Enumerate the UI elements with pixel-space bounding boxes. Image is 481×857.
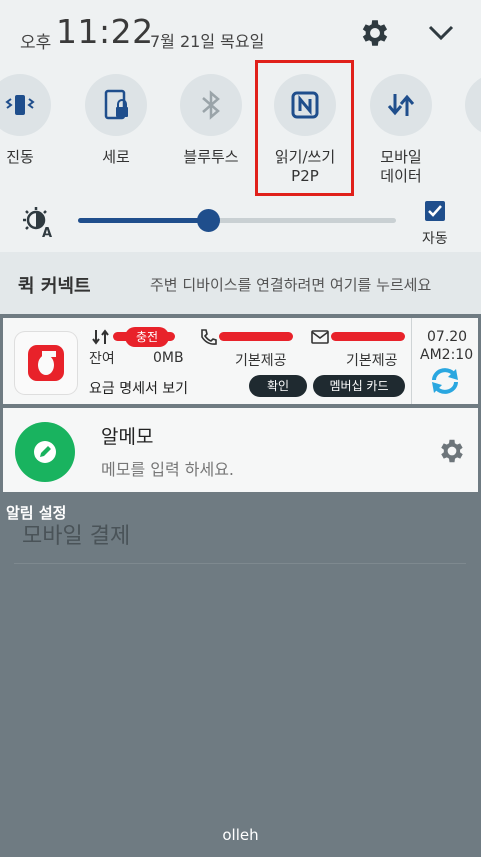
quick-settings-toggles: 진동 세로 블루투스 읽기/쓰기 P2P 모바일 데이터 절 (0, 64, 481, 252)
clock-time: 11:22 (56, 12, 154, 51)
power-saving-icon (465, 74, 481, 136)
message-icon (311, 330, 329, 344)
toggle-vibrate[interactable]: 진동 (0, 74, 65, 167)
pencil-icon (34, 441, 56, 463)
status-header: 오후 11:22 7월 21일 목요일 (0, 0, 481, 64)
toggle-label: 절 (451, 148, 481, 167)
call-remaining-value: 기본제공 (235, 353, 287, 369)
memo-input-hint[interactable]: 메모를 입력 하세요. (101, 456, 234, 480)
charge-button[interactable]: 충전 (125, 327, 169, 347)
brightness-slider-fill (78, 218, 209, 223)
brightness-auto-icon: A (23, 207, 52, 238)
auto-brightness-checkbox[interactable] (425, 201, 445, 221)
gear-icon[interactable] (358, 16, 392, 50)
memo-notification[interactable]: 알메모 메모를 입력 하세요. (3, 408, 478, 492)
olleh-usage-notification[interactable]: 충전 잔여 0MB 기본제공 기본제공 요금 명세서 보기 확인 멤버십 카드 … (3, 318, 478, 404)
toggle-label: 블루투스 (183, 148, 239, 166)
gear-icon[interactable] (437, 436, 467, 466)
carrier-label: olleh (222, 826, 259, 844)
auto-brightness-label: 자동 (422, 231, 448, 247)
update-date: 07.20 (427, 329, 468, 345)
data-transfer-icon (92, 329, 109, 345)
memo-title: 알메모 (101, 426, 154, 448)
bluetooth-icon (180, 74, 242, 136)
chevron-down-icon[interactable] (424, 18, 458, 48)
toggle-label: 모바일 데이터 (380, 148, 422, 185)
vibrate-icon (0, 74, 51, 136)
call-usage-bar (219, 332, 293, 341)
toggle-rotation[interactable]: 세로 (71, 74, 161, 167)
memo-app-icon (15, 422, 75, 482)
quick-connect-title: 퀵 커넥트 (18, 276, 91, 297)
olleh-app-icon (15, 332, 77, 394)
quick-connect-hint: 주변 디바이스를 연결하려면 여기를 누르세요 (150, 276, 432, 294)
rotation-lock-icon (85, 74, 147, 136)
toggle-bluetooth[interactable]: 블루투스 (166, 74, 256, 167)
highlight-box (255, 60, 354, 196)
update-time: AM2:10 (420, 347, 474, 363)
toggle-mobile-data[interactable]: 모바일 데이터 (356, 74, 446, 186)
quick-connect-bar[interactable]: 퀵 커넥트 주변 디바이스를 연결하려면 여기를 누르세요 (0, 252, 481, 314)
toggle-label: 진동 (6, 148, 34, 166)
date-label: 7월 21일 목요일 (150, 32, 265, 51)
refresh-icon[interactable] (427, 366, 463, 396)
svg-text:A: A (42, 226, 52, 238)
sms-remaining-value: 기본제공 (346, 353, 398, 369)
sms-usage-bar (331, 332, 405, 341)
remaining-label: 잔여 (89, 351, 115, 367)
membership-card-button[interactable]: 멤버십 카드 (313, 375, 405, 397)
notification-settings-link[interactable]: 알림 설정 (6, 502, 66, 523)
bill-statement-link[interactable]: 요금 명세서 보기 (89, 378, 188, 398)
mobile-data-icon (370, 74, 432, 136)
divider-line (14, 563, 466, 564)
toggle-label: 세로 (102, 148, 130, 166)
am-pm-label: 오후 (20, 33, 52, 53)
confirm-button[interactable]: 확인 (249, 375, 307, 397)
phone-icon (201, 329, 217, 345)
data-remaining-value: 0MB (153, 350, 184, 366)
card-divider (411, 318, 412, 404)
toggle-power-saving[interactable]: 절 (451, 74, 481, 167)
checkmark-icon (428, 205, 442, 217)
